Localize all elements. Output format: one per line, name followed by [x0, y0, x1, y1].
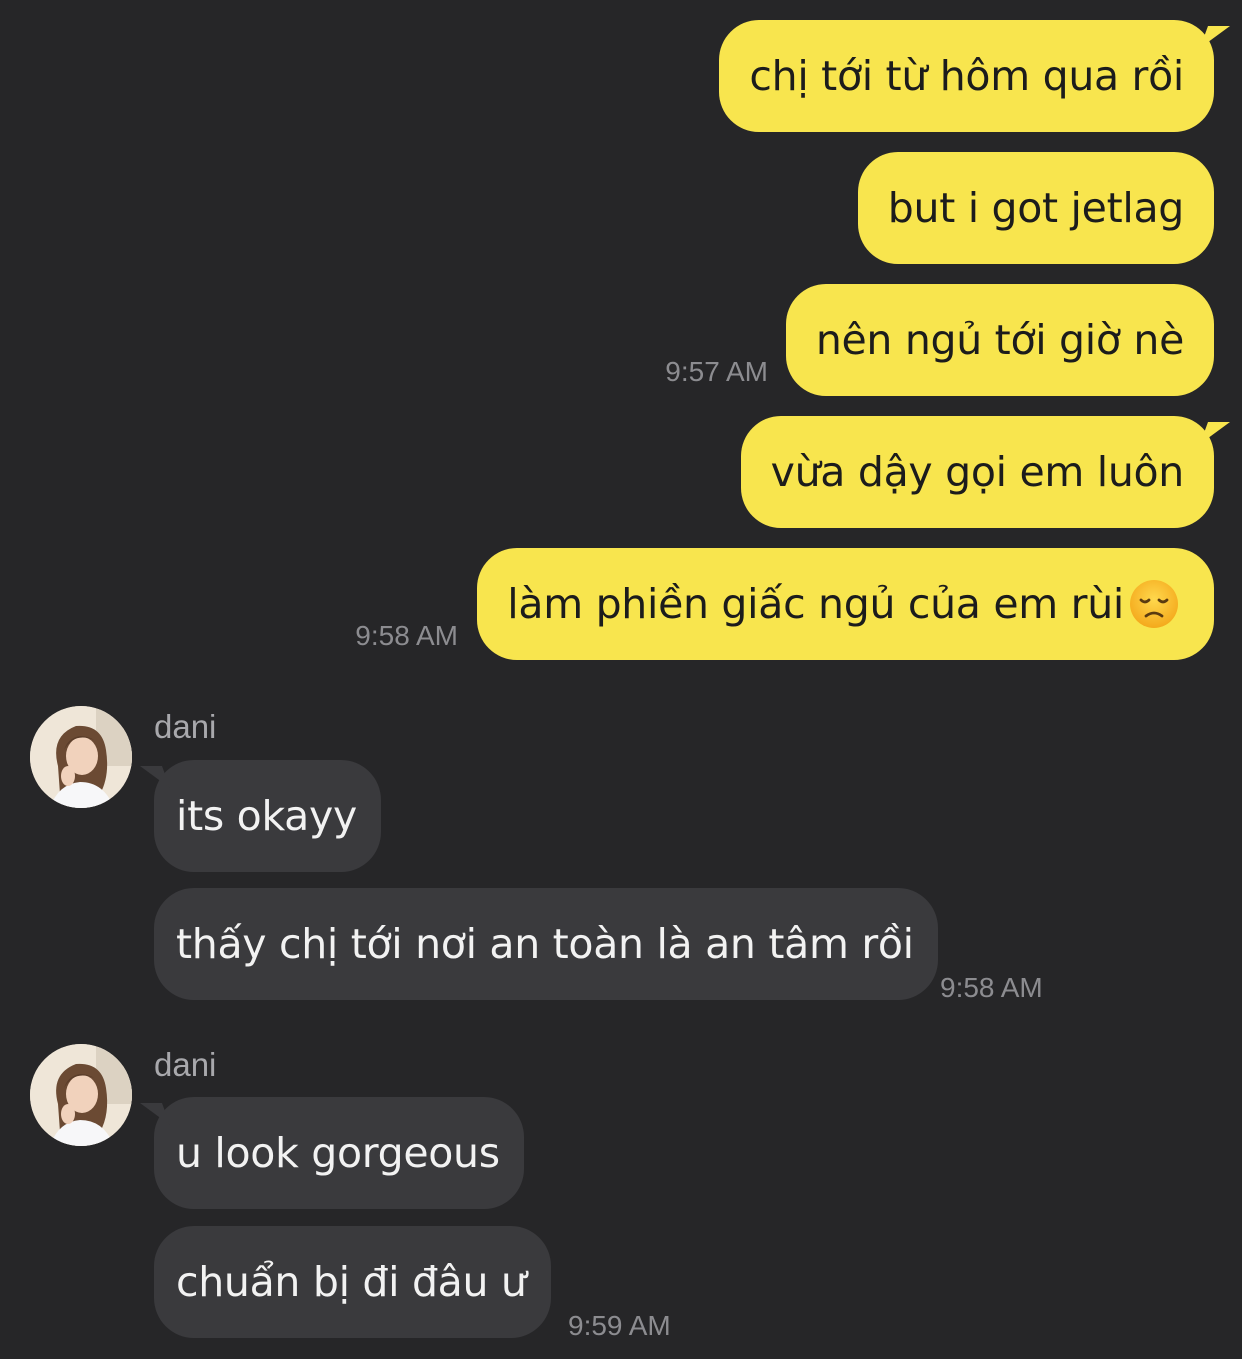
- profile-photo-icon: [30, 1044, 132, 1146]
- message-text: its okayy: [176, 792, 357, 840]
- sender-name: dani: [154, 708, 217, 745]
- message-text: vừa dậy gọi em luôn: [770, 448, 1185, 496]
- sender-name: dani: [154, 1046, 217, 1083]
- sent-message-bubble[interactable]: but i got jetlag: [857, 152, 1214, 264]
- message-text: u look gorgeous: [176, 1129, 500, 1177]
- message-text: nên ngủ tới giờ nè: [815, 316, 1184, 364]
- message-text: chị tới từ hôm qua rồi: [749, 52, 1184, 100]
- message-text: thấy chị tới nơi an toàn là an tâm rồi: [176, 920, 914, 968]
- avatar[interactable]: [30, 706, 132, 808]
- received-message-bubble[interactable]: thấy chị tới nơi an toàn là an tâm rồi: [154, 888, 938, 1000]
- message-timestamp: 9:59 AM: [568, 1310, 671, 1341]
- profile-photo-icon: [30, 706, 132, 808]
- message-text: but i got jetlag: [887, 184, 1185, 232]
- received-message-bubble[interactable]: u look gorgeous: [154, 1097, 524, 1209]
- message-timestamp: 9:58 AM: [940, 972, 1043, 1003]
- message-text: làm phiền giấc ngủ của em rùi: [507, 580, 1124, 628]
- sent-message-bubble[interactable]: nên ngủ tới giờ nè: [785, 284, 1214, 396]
- avatar[interactable]: [30, 1044, 132, 1146]
- disappointed-face-icon: [1130, 580, 1178, 628]
- received-message-bubble[interactable]: chuẩn bị đi đâu ư: [154, 1226, 551, 1338]
- sent-message-bubble[interactable]: vừa dậy gọi em luôn: [740, 416, 1214, 528]
- message-timestamp: 9:58 AM: [355, 620, 458, 651]
- message-timestamp: 9:57 AM: [665, 356, 768, 387]
- sent-message-bubble[interactable]: làm phiền giấc ngủ của em rùi: [477, 548, 1214, 660]
- sent-message-bubble[interactable]: chị tới từ hôm qua rồi: [719, 20, 1214, 132]
- message-text: chuẩn bị đi đâu ư: [176, 1258, 527, 1306]
- received-message-bubble[interactable]: its okayy: [154, 760, 381, 872]
